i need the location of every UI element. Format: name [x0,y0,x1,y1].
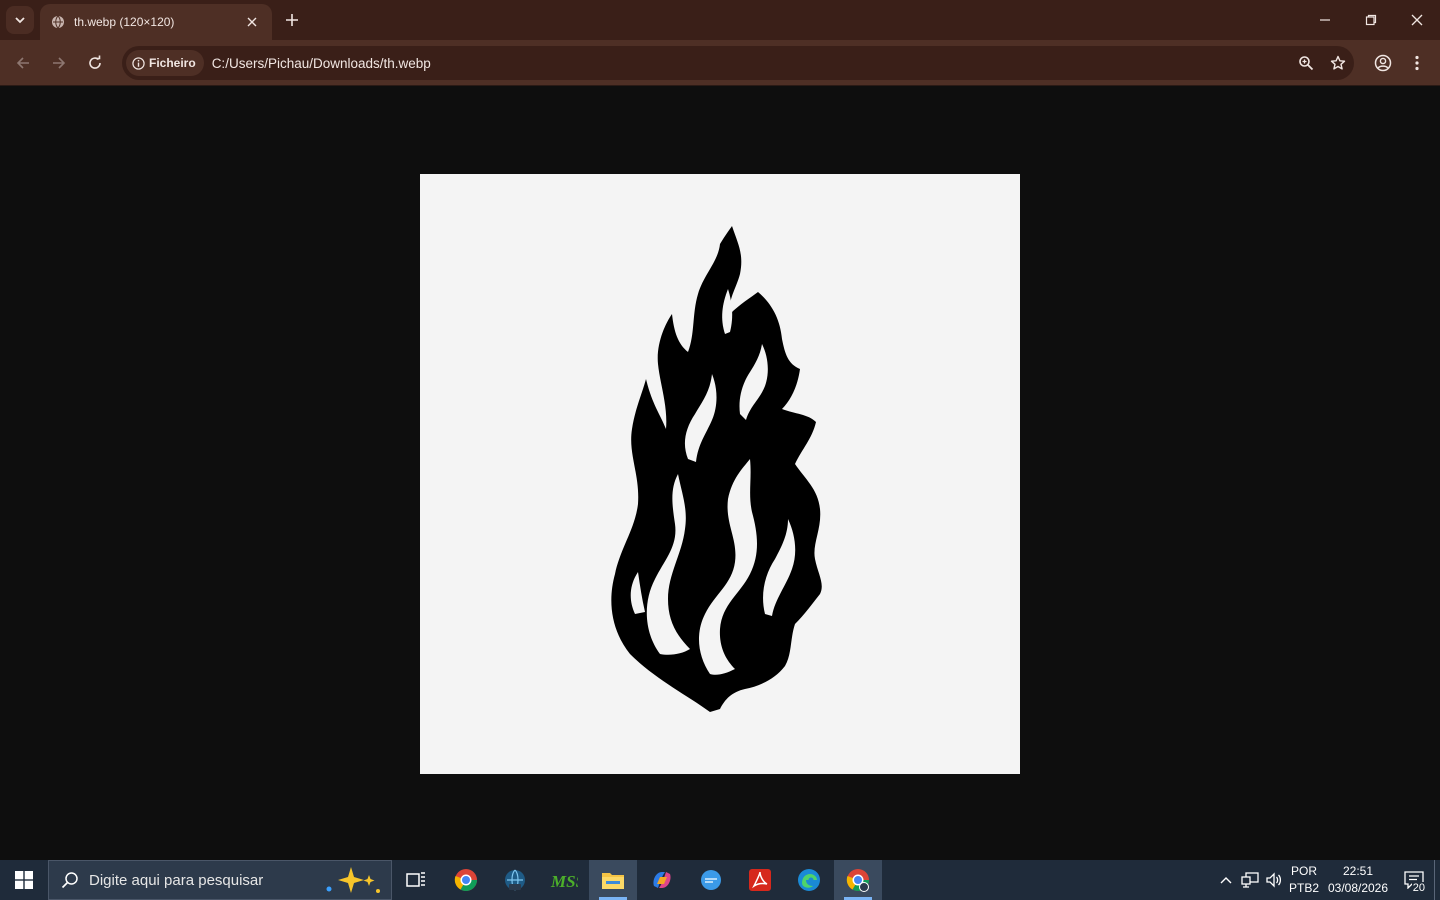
globe-icon [50,14,66,30]
displayed-image[interactable] [420,174,1020,774]
back-button[interactable] [9,49,37,77]
window-controls [1302,0,1440,40]
minimize-icon [1320,19,1330,21]
taskbar-search[interactable]: Digite aqui para pesquisar [48,860,392,900]
volume-button[interactable] [1262,860,1286,900]
address-bar[interactable]: Ficheiro C:/Users/Pichau/Downloads/th.we… [122,46,1354,80]
chat-bubble-icon [701,870,721,890]
zoom-button[interactable] [1290,47,1322,79]
svg-text:MSS: MSS [550,872,578,891]
mss-logo-icon: MSS [550,872,578,891]
taskbar-network-app[interactable] [491,860,539,900]
info-icon [132,56,145,70]
minimize-button[interactable] [1302,0,1348,40]
notifications-button[interactable]: 20 [1394,860,1434,900]
folder-icon [602,873,624,889]
show-desktop-button[interactable] [1434,860,1440,900]
notification-count: 20 [1411,882,1426,894]
search-icon [61,872,78,889]
speaker-icon [1266,872,1282,888]
windows-taskbar: Digite aqui para pesquisar MSS [0,860,1440,900]
site-info-chip[interactable]: Ficheiro [126,50,204,76]
browser-toolbar: Ficheiro C:/Users/Pichau/Downloads/th.we… [0,40,1440,86]
show-hidden-icons-button[interactable] [1214,860,1238,900]
chrome-icon [454,869,477,891]
reload-button[interactable] [81,49,109,77]
site-chip-label: Ficheiro [149,56,196,70]
toolbar-right [1366,47,1434,79]
windows-logo-icon [15,871,33,889]
tab-search-button[interactable] [6,6,34,34]
taskbar-chrome-active[interactable] [834,860,882,900]
copilot-icon [653,872,671,888]
tab-title: th.webp (120×120) [74,15,175,29]
plus-icon [286,14,298,26]
zoom-icon [1299,56,1314,71]
clock[interactable]: 22:51 03/08/2026 [1322,863,1394,897]
ethernet-icon [1241,872,1259,888]
network-status-button[interactable] [1238,860,1262,900]
profile-icon [1374,54,1392,72]
edge-icon [798,869,820,891]
url-text[interactable]: C:/Users/Pichau/Downloads/th.webp [212,56,1290,71]
taskbar-edge[interactable] [785,860,833,900]
sparkle-highlight-icon [326,867,380,893]
arrow-right-icon [53,57,66,69]
menu-button[interactable] [1400,47,1434,79]
taskbar-mss-app[interactable]: MSS [540,860,588,900]
chevron-up-icon [1220,877,1232,884]
taskbar-chrome[interactable] [442,860,490,900]
keyboard-layout: PTB2 [1288,881,1319,895]
chevron-down-icon [15,17,25,24]
bookmark-button[interactable] [1322,47,1354,79]
restore-icon [1365,14,1377,26]
chrome-profile-icon [846,869,869,892]
system-tray: POR PTB2 22:51 03/08/2026 20 [1214,860,1440,900]
kebab-menu-icon [1415,55,1419,71]
close-icon [1411,14,1423,26]
tab-close-icon[interactable] [242,12,262,32]
flame-image [420,174,1020,774]
profile-button[interactable] [1366,47,1400,79]
task-view-button[interactable] [392,860,440,900]
taskbar-file-explorer[interactable] [589,860,637,900]
tab-active[interactable]: th.webp (120×120) [40,4,272,40]
arrow-left-icon [16,57,29,69]
acrobat-icon [749,869,771,891]
clock-time: 22:51 [1342,864,1374,878]
browser-tabstrip: th.webp (120×120) [0,0,1440,40]
reload-icon [89,55,101,69]
forward-button[interactable] [45,49,73,77]
star-icon [1330,55,1346,70]
network-globe-icon [505,869,525,891]
taskbar-acrobat[interactable] [736,860,784,900]
restore-button[interactable] [1348,0,1394,40]
task-view-icon [406,872,425,887]
new-tab-button[interactable] [280,8,304,32]
start-button[interactable] [0,860,48,900]
language-indicator[interactable]: POR PTB2 [1286,863,1322,897]
search-placeholder: Digite aqui para pesquisar [89,871,264,889]
clock-date: 03/08/2026 [1327,881,1389,895]
image-viewer [0,87,1440,860]
taskbar-copilot[interactable] [638,860,686,900]
taskbar-messaging-app[interactable] [687,860,735,900]
close-window-button[interactable] [1394,0,1440,40]
language-code: POR [1290,864,1317,878]
